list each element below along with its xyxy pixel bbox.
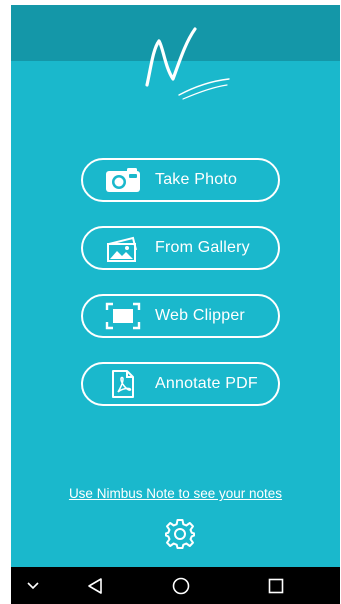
take-photo-button[interactable]: Take Photo [81,158,280,202]
from-gallery-button[interactable]: From Gallery [81,226,280,270]
app-screen: Take Photo From Gallery Web Clipper Anno… [11,5,340,567]
pdf-icon [103,369,143,399]
take-photo-label: Take Photo [155,171,238,188]
nimbus-n-logo-icon [145,27,230,100]
annotate-pdf-label: Annotate PDF [155,375,258,392]
recents-icon [268,578,284,593]
home-icon [172,577,190,594]
navigation-bar [11,567,340,604]
chevron-down-icon [27,581,39,589]
nimbus-note-link[interactable]: Use Nimbus Note to see your notes [11,486,340,501]
web-clipper-button[interactable]: Web Clipper [81,294,280,338]
settings-button[interactable] [163,517,197,551]
from-gallery-label: From Gallery [155,239,250,256]
nav-recents-button[interactable] [256,567,296,604]
web-clipper-icon [103,301,143,331]
nav-hide-keyboard-button[interactable] [13,567,53,604]
gear-icon [165,519,195,549]
web-clipper-label: Web Clipper [155,307,245,324]
action-list: Take Photo From Gallery Web Clipper Anno… [81,158,280,430]
back-icon [88,577,102,594]
gallery-icon [103,233,143,263]
annotate-pdf-button[interactable]: Annotate PDF [81,362,280,406]
nav-home-button[interactable] [161,567,201,604]
camera-icon [103,165,143,195]
nav-back-button[interactable] [75,567,115,604]
